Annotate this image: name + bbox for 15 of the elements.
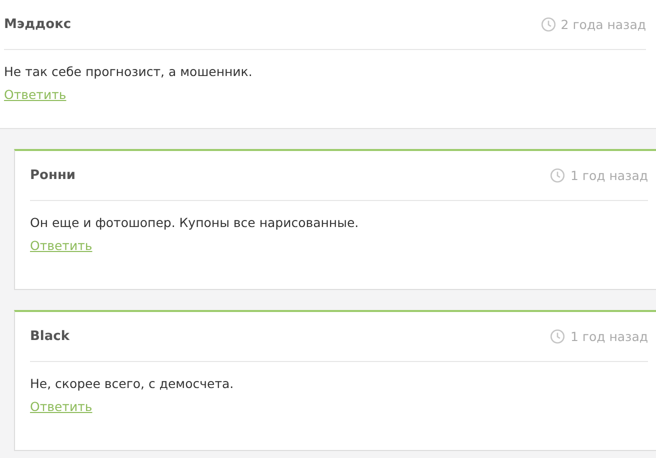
- reply-link[interactable]: Ответить: [30, 399, 92, 414]
- clock-icon: [550, 168, 566, 182]
- timestamp: 2 года назад: [560, 16, 646, 32]
- clock-icon: [550, 328, 566, 344]
- comment-text: Не, скорее всего, с демосчета.: [30, 376, 235, 391]
- comment-text: Он еще и фотошопер. Купоны все нарисованные.: [30, 215, 360, 230]
- reply-link[interactable]: Ответить: [4, 87, 66, 102]
- clock-icon: [540, 16, 556, 32]
- timestamp: 1 год назад: [570, 328, 648, 344]
- author-name: Ронни: [30, 168, 76, 182]
- author-name: Мэддокс: [4, 16, 72, 32]
- reply-link[interactable]: Ответить: [30, 238, 92, 253]
- author-name: Black: [30, 328, 70, 344]
- timestamp: 1 год назад: [570, 168, 648, 182]
- comment-text: Не так себе прогнозист, а мошенник.: [4, 64, 254, 79]
